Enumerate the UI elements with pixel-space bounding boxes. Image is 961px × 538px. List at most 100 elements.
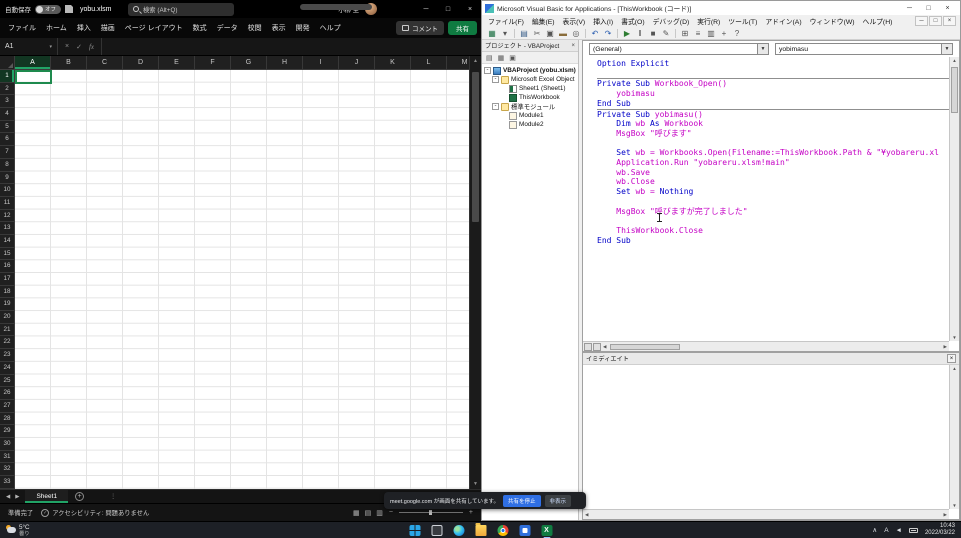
normal-view-icon[interactable]: ▦ [353,509,360,517]
ribbon-tab-データ[interactable]: データ [212,18,243,38]
excel-close-button[interactable]: × [459,0,481,18]
code-vertical-scrollbar[interactable]: ▲ ▼ [949,57,959,341]
row-header-11[interactable]: 11 [0,197,14,210]
grid-cells[interactable] [15,70,481,489]
zoom-slider[interactable] [399,512,463,513]
column-header-G[interactable]: G [231,56,267,69]
tree-item-Module1[interactable]: Module1 [482,111,578,120]
immediate-window-header[interactable]: イミディエイト × [583,353,959,365]
task-view-icon[interactable] [431,525,442,536]
cancel-button[interactable]: × [65,43,69,50]
child-restore-button[interactable]: □ [929,16,942,26]
save-icon[interactable] [65,5,73,13]
ribbon-tab-挿入[interactable]: 挿入 [72,18,96,38]
immediate-close-icon[interactable]: × [947,354,956,363]
immediate-scroll-up-icon[interactable]: ▲ [950,366,959,371]
tree-item-標準モジュール[interactable]: -標準モジュール [482,102,578,111]
column-header-D[interactable]: D [123,56,159,69]
excel-icon[interactable] [541,525,552,536]
page-layout-view-icon[interactable]: ▤ [365,509,372,517]
column-header-E[interactable]: E [159,56,195,69]
properties-window-icon[interactable]: ≡ [692,28,704,39]
scroll-down-icon[interactable]: ▼ [470,481,481,487]
excel-vscroll-thumb[interactable] [472,72,479,222]
redo-icon[interactable]: ↷ [602,28,614,39]
save-icon[interactable]: ▤ [518,28,530,39]
procedure-dropdown[interactable]: yobimasu ▼ [775,43,953,55]
paste-icon[interactable]: ▬ [557,28,569,39]
code-hscroll-thumb[interactable] [610,344,680,350]
menu-挿入(I)[interactable]: 挿入(I) [589,16,617,26]
cut-icon[interactable]: ✂ [531,28,543,39]
row-header-30[interactable]: 30 [0,438,14,451]
row-header-25[interactable]: 25 [0,375,14,388]
excel-vertical-scrollbar[interactable]: ▲ ▼ [469,56,481,489]
row-header-18[interactable]: 18 [0,286,14,299]
help-icon[interactable]: ? [731,28,743,39]
ribbon-tab-ヘルプ[interactable]: ヘルプ [315,18,346,38]
object-browser-icon[interactable]: ▥ [705,28,717,39]
row-header-22[interactable]: 22 [0,336,14,349]
row-header-15[interactable]: 15 [0,248,14,261]
project-explorer-icon[interactable]: ⊞ [679,28,691,39]
menu-ウィンドウ(W)[interactable]: ウィンドウ(W) [806,16,859,26]
code-scroll-left-icon[interactable]: ◀ [601,344,608,350]
share-button[interactable]: 共有 [448,21,477,35]
code-lines[interactable]: Option Explicit Private Sub Workbook_Ope… [583,57,949,341]
ribbon-tab-ホーム[interactable]: ホーム [41,18,72,38]
row-header-31[interactable]: 31 [0,451,14,464]
expander-icon[interactable]: - [492,103,499,110]
menu-デバッグ(D)[interactable]: デバッグ(D) [649,16,694,26]
enter-button[interactable]: ✓ [76,43,82,51]
hide-share-bar-button[interactable]: 非表示 [545,495,572,507]
add-sheet-button[interactable]: + [75,492,84,501]
immediate-vertical-scrollbar[interactable]: ▲ ▼ [949,365,959,509]
row-header-5[interactable]: 5 [0,121,14,134]
tree-item-VBAProject (yobu.xlsm)[interactable]: -VBAProject (yobu.xlsm) [482,66,578,75]
split-box-icon[interactable] [593,343,601,351]
row-header-24[interactable]: 24 [0,362,14,375]
tree-item-Module2[interactable]: Module2 [482,120,578,129]
zoom-in-button[interactable]: + [469,509,473,516]
vba-restore-button[interactable]: □ [919,1,938,15]
menu-表示(V)[interactable]: 表示(V) [559,16,590,26]
column-header-B[interactable]: B [51,56,87,69]
menu-ツール(T)[interactable]: ツール(T) [724,16,761,26]
row-header-10[interactable]: 10 [0,184,14,197]
menu-編集(E)[interactable]: 編集(E) [528,16,559,26]
zoom-slider-handle[interactable] [429,510,432,515]
split-box-icon[interactable] [584,343,592,351]
row-header-1[interactable]: 1 [0,70,14,83]
immediate-scroll-down-icon[interactable]: ▼ [950,503,959,508]
excel-minimize-button[interactable]: ─ [415,0,437,18]
immediate-scroll-left-icon[interactable]: ◀ [583,512,590,518]
row-header-13[interactable]: 13 [0,222,14,235]
ribbon-tab-校閲[interactable]: 校閲 [243,18,267,38]
excel-restore-button[interactable]: □ [437,0,459,18]
select-all-corner[interactable] [0,56,15,69]
sheet-tab-sheet1[interactable]: Sheet1 [25,490,68,503]
object-dropdown-arrow-icon[interactable]: ▼ [757,44,768,54]
column-header-C[interactable]: C [87,56,123,69]
row-header-7[interactable]: 7 [0,146,14,159]
code-vscroll-thumb[interactable] [951,67,958,113]
row-header-17[interactable]: 17 [0,273,14,286]
menu-ヘルプ(H)[interactable]: ヘルプ(H) [859,16,897,26]
immediate-horizontal-scrollbar[interactable]: ◀ ▶ [583,509,949,519]
code-scroll-up-icon[interactable]: ▲ [950,58,959,63]
column-header-K[interactable]: K [375,56,411,69]
windows-icon[interactable] [409,525,420,536]
ribbon-tab-ページ レイアウト[interactable]: ページ レイアウト [120,18,188,38]
undo-icon[interactable]: ↶ [589,28,601,39]
row-header-14[interactable]: 14 [0,235,14,248]
copy-icon[interactable]: ▣ [544,28,556,39]
search-box[interactable]: 検索 (Alt+Q) [128,3,234,16]
code-scroll-right-icon[interactable]: ▶ [942,344,949,350]
tree-item-ThisWorkbook[interactable]: ThisWorkbook [482,93,578,102]
run-icon[interactable]: ▶ [621,28,633,39]
row-header-20[interactable]: 20 [0,311,14,324]
tab-splitter[interactable]: ⋮ [110,493,116,500]
insert-object-icon[interactable]: ▾ [499,28,511,39]
expander-icon[interactable]: - [484,67,491,74]
row-header-3[interactable]: 3 [0,95,14,108]
